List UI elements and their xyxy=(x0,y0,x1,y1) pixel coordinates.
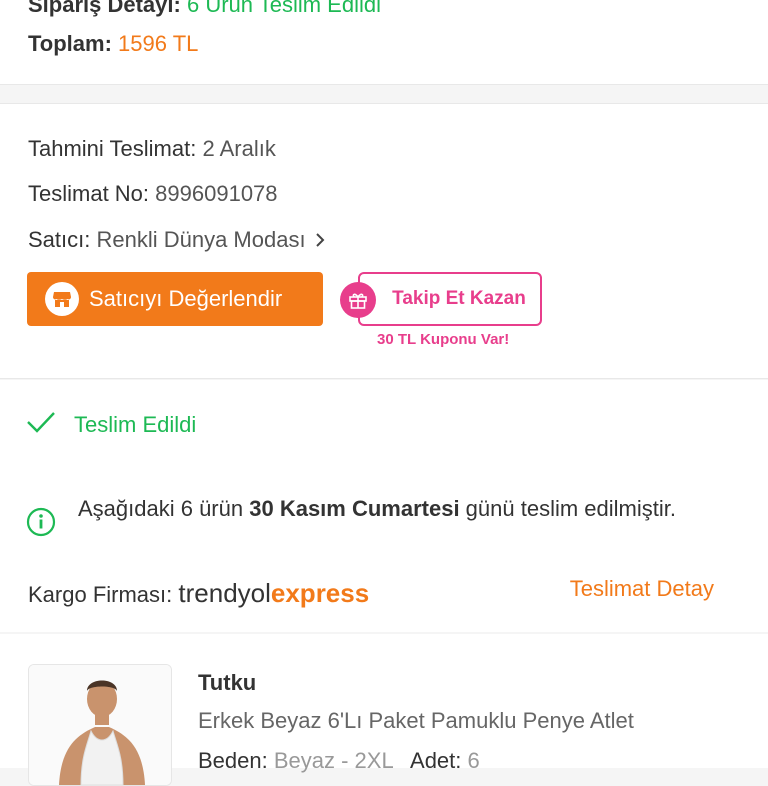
estimated-delivery-value: 2 Aralık xyxy=(202,136,276,161)
cargo-label: Kargo Firması: xyxy=(28,582,173,607)
delivery-info-text: Aşağıdaki 6 ürün 30 Kasım Cumartesi günü… xyxy=(78,493,676,537)
order-total-label: Toplam: xyxy=(28,31,112,56)
delivery-info: Aşağıdaki 6 ürün 30 Kasım Cumartesi günü… xyxy=(26,493,716,537)
estimated-delivery-label: Tahmini Teslimat: xyxy=(28,136,197,161)
rate-seller-button[interactable]: Satıcıyı Değerlendir xyxy=(27,272,323,326)
delivery-no-row: Teslimat No: 8996091078 xyxy=(28,181,278,207)
delivery-detail-link[interactable]: Teslimat Detay xyxy=(570,576,714,602)
quantity-value: 6 xyxy=(467,748,480,773)
follow-and-win-button[interactable]: Takip Et Kazan xyxy=(358,272,542,326)
order-total-value: 1596 TL xyxy=(118,31,199,56)
cargo-brand-logo-part2: express xyxy=(270,578,370,608)
seller-name-link[interactable]: Renkli Dünya Modası xyxy=(96,227,305,252)
info-text-prefix: Aşağıdaki 6 ürün xyxy=(78,496,250,521)
info-text-suffix: günü teslim edilmiştir. xyxy=(459,496,676,521)
product-brand: Tutku xyxy=(198,670,257,695)
follow-and-win-label: Takip Et Kazan xyxy=(392,288,526,309)
chevron-right-icon xyxy=(314,228,326,254)
divider xyxy=(0,378,768,379)
store-icon xyxy=(45,282,79,316)
size-label: Beden: xyxy=(198,748,268,773)
order-total-row: Toplam: 1596 TL xyxy=(28,31,198,57)
cargo-row: Kargo Firması: trendyolexpress xyxy=(28,578,369,609)
cargo-brand-logo-part1: trendyol xyxy=(178,578,271,608)
seller-label: Satıcı: xyxy=(28,227,91,252)
quantity-label: Adet: xyxy=(410,748,462,773)
order-detail-label: Sipariş Detayı: xyxy=(28,0,181,17)
product-attributes: Beden: Beyaz - 2XL Adet: 6 xyxy=(198,748,480,774)
divider xyxy=(0,84,768,85)
order-detail-value: 6 Ürün Teslim Edildi xyxy=(186,0,381,17)
info-icon xyxy=(26,507,56,537)
delivery-no-label: Teslimat No: xyxy=(28,181,150,206)
delivery-no-value: 8996091078 xyxy=(155,181,278,206)
order-summary-card: Sipariş Detayı: 6 Ürün Teslim Edildi Top… xyxy=(0,0,768,84)
seller-row[interactable]: Satıcı: Renkli Dünya Modası xyxy=(28,227,326,254)
info-text-date: 30 Kasım Cumartesi xyxy=(249,496,460,521)
order-detail-row: Sipariş Detayı: 6 Ürün Teslim Edildi xyxy=(28,0,381,18)
delivered-label: Teslim Edildi xyxy=(74,412,197,437)
rate-seller-label: Satıcıyı Değerlendir xyxy=(89,286,283,311)
product-name[interactable]: Erkek Beyaz 6'Lı Paket Pamuklu Penye Atl… xyxy=(198,708,634,734)
coupon-note: 30 TL Kuponu Var! xyxy=(377,331,510,348)
check-icon xyxy=(26,410,56,440)
gift-icon xyxy=(340,282,376,318)
size-value: Beyaz - 2XL xyxy=(273,748,393,773)
delivered-status: Teslim Edildi xyxy=(26,410,196,440)
estimated-delivery-row: Tahmini Teslimat: 2 Aralık xyxy=(28,136,276,162)
